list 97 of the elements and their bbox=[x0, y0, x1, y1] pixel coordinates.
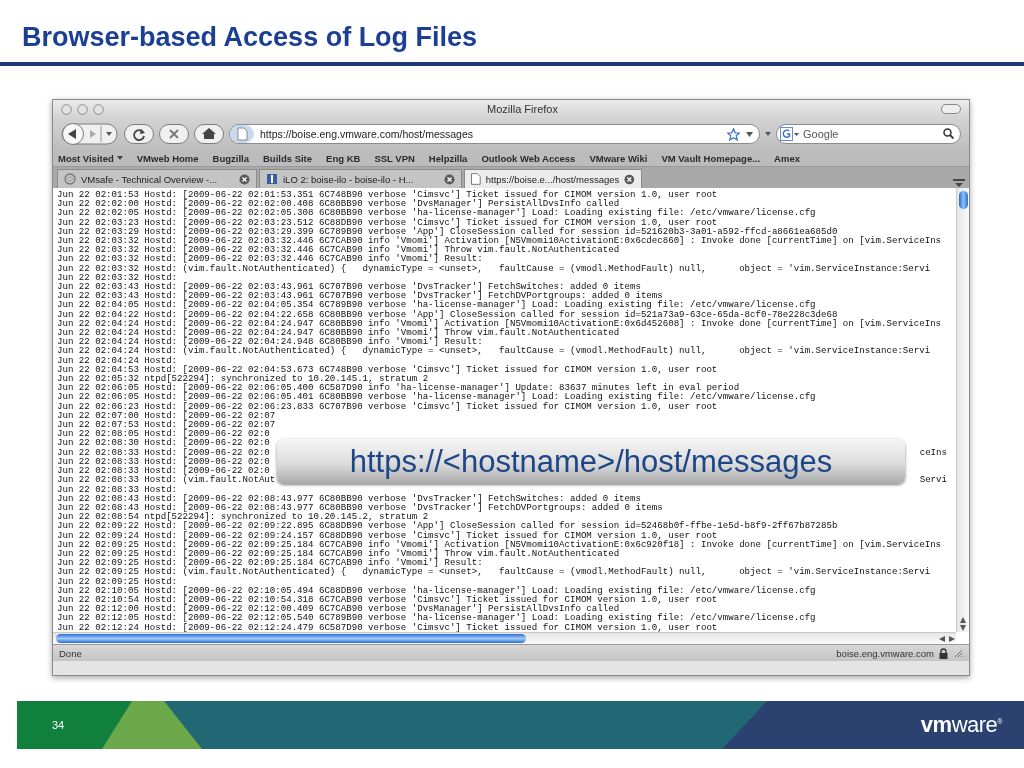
log-line-fragment: ceIns bbox=[919, 447, 947, 457]
log-line: Jun 22 02:12:05 Hostd: [2009-06-22 02:12:05.540 6C789B90 verbose 'ha-license-manager'] Load: Loading existing file: /etc/vmware/license.cfg bbox=[57, 613, 817, 623]
log-line: Jun 22 02:02:05 Hostd: [2009-06-22 02:02:05.308 6C80BB90 verbose 'ha-license-manager'] Load: Loading existing file: /etc/vmware/license.cfg bbox=[57, 208, 817, 218]
log-line: Jun 22 02:10:05 Hostd: [2009-06-22 02:10:05.494 6C88DB90 verbose 'ha-license-manager'] Load: Loading existing file: /etc/vmware/license.cfg bbox=[57, 585, 817, 595]
page-number: 34 bbox=[52, 719, 65, 731]
log-line: Jun 22 02:10:54 Hostd: [2009-06-22 02:10:54.318 6C7CAB90 verbose 'Cimsvc'] Ticket issued for CIMOM version 1.0, user root bbox=[57, 594, 718, 605]
bookmark-star-icon[interactable] bbox=[727, 127, 740, 141]
log-line: Jun 22 02:12:24 Hostd: [2009-06-22 02:12:24.479 6C587D90 verbose 'Cimsvc'] Ticket issued for CIMOM version 1.0, user root bbox=[57, 622, 718, 632]
company-logo: vmware$^{®}$ bbox=[920, 712, 1002, 738]
log-line: Jun 22 02:09:25 Hostd: [2009-06-22 02:09:25.184 6C7CAB90 info 'Vmomi'] Result: bbox=[57, 558, 484, 568]
log-line: Jun 22 02:08:43 Hostd: [2009-06-22 02:08:43.977 6C80BB90 verbose 'DvsTracker'] FetchDVPortgroups: added 0 items bbox=[57, 502, 664, 513]
bookmark-item[interactable]: VMware Wiki bbox=[589, 152, 648, 164]
log-line: Jun 22 02:04:24 Hostd: [2009-06-22 02:04:24.947 6C80BB90 info 'Vmomi'] Throw vim.fault.NotAuthenticated bbox=[57, 328, 620, 338]
log-line: Jun 22 02:04:24 Hostd: [2009-06-22 02:04:24.947 6C80BB90 info 'Vmomi'] Activation [N5Vmomi10ActivationE:0x6d452608] : Invoke done [currentTime] on [vim.ServiceIns bbox=[57, 318, 943, 329]
log-line: Jun 22 02:04:24 Hostd: [2009-06-22 02:04:24.948 6C80BB90 info 'Vmomi'] Result: bbox=[57, 337, 484, 347]
log-line: Jun 22 02:02:00 Hostd: [2009-06-22 02:02:00.408 6C80BB90 verbose 'DvsManager'] PersistAllDvsInfo called bbox=[57, 199, 620, 209]
status-text: Done bbox=[59, 647, 83, 659]
log-line: Jun 22 02:03:32 Hostd: [2009-06-22 02:03:32.446 6C7CAB90 info 'Vmomi'] Throw vim.fault.NotAuthenticated bbox=[57, 245, 620, 255]
tab-list-icon[interactable] bbox=[953, 178, 965, 188]
caret-icon[interactable] bbox=[765, 132, 771, 136]
back-forward-buttons-icon[interactable] bbox=[61, 122, 119, 146]
address-field[interactable]: https://boise.eng.vmware.com/host/messages bbox=[229, 124, 760, 144]
log-line: Jun 22 02:03:29 Hostd: [2009-06-22 02:03:29.399 6C789B90 verbose 'App'] CloseSession called for session id=521620b3-3a01-a592-ffcd-a8661ea685d0 bbox=[57, 226, 839, 236]
log-line: Jun 22 02:09:25 Hostd: [2009-06-22 02:09:25.184 6C7CAB90 info 'Vmomi'] Throw vim.fault.NotAuthenticated bbox=[57, 548, 620, 559]
log-line: Jun 22 02:03:23 Hostd: [2009-06-22 02:03:23.512 6C88DB90 verbose 'Cimsvc'] Ticket issued for CIMOM version 1.0, user root bbox=[57, 217, 718, 227]
bookmark-item[interactable]: VM Vault Homepage... bbox=[661, 152, 761, 164]
log-line: Jun 22 02:08:33 Hostd: [2009-06-22 02:0 bbox=[57, 466, 270, 476]
log-line: Jun 22 02:08:33 Hostd: [2009-06-22 02:0 bbox=[57, 447, 270, 457]
log-line: Jun 22 02:12:00 Hostd: [2009-06-22 02:12:00.409 6C7CAB90 verbose 'DvsManager'] PersistAllDvsInfo called bbox=[57, 604, 620, 614]
status-host: boise.eng.vmware.com bbox=[836, 647, 934, 659]
caret-icon[interactable] bbox=[746, 131, 753, 137]
bookmark-item[interactable]: VMweb Home bbox=[136, 152, 199, 164]
log-line: Jun 22 02:09:25 Hostd: bbox=[57, 576, 179, 586]
log-line: Jun 22 02:08:33 Hostd: [2009-06-22 02:0 bbox=[57, 456, 271, 467]
toolbar-toggle-icon[interactable] bbox=[941, 104, 961, 114]
log-line: Jun 22 02:03:43 Hostd: [2009-06-22 02:03:43.961 6C707B90 verbose 'DvsTracker'] FetchDVPortgroups: added 0 items bbox=[57, 291, 663, 301]
scrollbar-thumb[interactable] bbox=[958, 191, 968, 209]
search-engine-icon[interactable] bbox=[780, 127, 800, 141]
log-line: Jun 22 02:05:32 ntpd[522294]: synchronized to 10.20.145.1, stratum 2 bbox=[57, 374, 429, 384]
log-line: Jun 22 02:08:54 ntpd[522294]: synchronized to 10.20.145.2, stratum 2 bbox=[57, 512, 429, 522]
slide-title: Browser-based Access of Log Files bbox=[21, 21, 479, 54]
log-line: Jun 22 02:04:22 Hostd: [2009-06-22 02:04:22.658 6C80BB90 verbose 'App'] CloseSession called for session id=521a73a9-63ce-65da-8cf0-78e228c3de68 bbox=[57, 309, 839, 319]
log-line: Jun 22 02:09:25 Hostd: [2009-06-22 02:09:25.184 6C7CAB90 info 'Vmomi'] Activation [N5Vmomi10ActivationE:0x6c920f18] : Invoke done [currentTime] on [vim.ServiceIns bbox=[57, 539, 943, 549]
log-line: Jun 22 02:03:32 Hostd: bbox=[57, 272, 179, 283]
browser-tab[interactable]: VMsafe - Technical Overview -... bbox=[57, 169, 257, 188]
home-icon[interactable] bbox=[194, 124, 224, 144]
bookmark-item[interactable]: Bugzilla bbox=[212, 152, 249, 164]
window-title: Mozilla Firefox bbox=[486, 103, 559, 115]
scroll-up-icon[interactable] bbox=[959, 616, 967, 624]
server-icon bbox=[266, 173, 278, 185]
close-icon[interactable] bbox=[444, 173, 455, 185]
log-line: Jun 22 02:04:05 Hostd: [2009-06-22 02:04:05.354 6C789B90 verbose 'ha-license-manager'] Load: Loading existing file: /etc/vmware/license.cfg bbox=[57, 300, 816, 310]
log-line: Jun 22 02:08:33 Hostd: bbox=[57, 484, 179, 494]
log-line: Jun 22 02:07:00 Hostd: [2009-06-22 02:07 bbox=[57, 410, 277, 421]
log-line: Jun 22 02:08:43 Hostd: [2009-06-22 02:08:43.977 6C80BB90 verbose 'DvsTracker'] FetchSwitches: added 0 items bbox=[57, 493, 641, 503]
log-line: Jun 22 02:03:43 Hostd: [2009-06-22 02:03:43.961 6C707B90 verbose 'DvsTracker'] FetchSwitches: added 0 items bbox=[57, 282, 641, 292]
log-line: Jun 22 02:03:32 Hostd: [2009-06-22 02:03:32.446 6C7CAB90 info 'Vmomi'] Activation [N5Vmomi10ActivationE:0x6cdec860] : Invoke done [currentTime] on [vim.ServiceIns bbox=[57, 236, 943, 246]
close-icon[interactable] bbox=[239, 173, 250, 185]
log-line: Jun 22 02:06:05 Hostd: [2009-06-22 02:06:05.400 6C587D90 info 'ha-license-manager'] Update: 83637 minutes left in eval period bbox=[57, 383, 740, 393]
stop-icon[interactable] bbox=[159, 124, 189, 144]
log-line: Jun 22 02:04:53 Hostd: [2009-06-22 02:04:53.673 6C748B90 verbose 'Cimsvc'] Ticket issued for CIMOM version 1.0, user root bbox=[57, 364, 719, 375]
scrollbar-thumb[interactable] bbox=[56, 634, 526, 643]
log-line: Jun 22 02:09:25 Hostd: (vim.fault.NotAuthenticated) { dynamicType = <unset>, faultCause = (vmodl.MethodFault) null, object = 'vim.ServiceInstance:Servi bbox=[57, 567, 932, 577]
log-line: Jun 22 02:06:23 Hostd: [2009-06-22 02:06:23.833 6C707B90 verbose 'Cimsvc'] Ticket issued for CIMOM version 1.0, user root bbox=[57, 401, 718, 411]
log-line: Jun 22 02:08:05 Hostd: [2009-06-22 02:0 bbox=[57, 429, 271, 439]
bookmark-item[interactable]: Amex bbox=[774, 152, 800, 164]
log-line: Jun 22 02:09:22 Hostd: [2009-06-22 02:09:22.895 6C88DB90 verbose 'App'] CloseSession called for session id=52468b0f-ffbe-1e5d-b8f9-2ff67b87285b bbox=[57, 521, 839, 531]
reload-icon[interactable] bbox=[124, 124, 154, 144]
browser-tab[interactable]: https://boise.e.../host/messages bbox=[464, 169, 642, 188]
page-icon bbox=[471, 173, 481, 185]
log-line: Jun 22 02:07:53 Hostd: [2009-06-22 02:07 bbox=[57, 420, 277, 430]
log-line: Jun 22 02:08:30 Hostd: [2009-06-22 02:0 bbox=[57, 438, 271, 448]
log-line: Jun 22 02:09:24 Hostd: [2009-06-22 02:09:24.157 6C88DB90 verbose 'Cimsvc'] Ticket issued for CIMOM version 1.0, user root bbox=[57, 530, 718, 540]
log-line: Jun 22 02:01:53 Hostd: [2009-06-22 02:01:53.351 6C748B90 verbose 'Cimsvc'] Ticket issued for CIMOM version 1.0, user root bbox=[57, 190, 719, 200]
log-line: Jun 22 02:04:24 Hostd: (vim.fault.NotAuthenticated) { dynamicType = <unset>, faultCause = (vmodl.MethodFault) null, object = 'vim.ServiceInstance:Servi bbox=[57, 346, 932, 356]
search-field[interactable]: Google bbox=[776, 124, 961, 144]
bookmark-item[interactable]: Outlook Web Access bbox=[481, 152, 576, 164]
log-line-fragment: Servi bbox=[919, 475, 947, 485]
log-line: Jun 22 02:08:33 Hostd: (vim.fault.NotAut bbox=[57, 475, 276, 485]
log-line: Jun 22 02:04:24 Hostd: bbox=[57, 355, 179, 365]
swirl-icon bbox=[64, 173, 76, 185]
bookmark-item[interactable]: Helpzilla bbox=[428, 152, 468, 164]
bookmark-item[interactable]: Eng KB bbox=[326, 152, 361, 164]
search-icon[interactable] bbox=[943, 128, 954, 139]
browser-tab[interactable]: iLO 2: boise-ilo - boise-ilo - H... bbox=[259, 169, 462, 188]
log-line: Jun 22 02:03:32 Hostd: [2009-06-22 02:03:32.446 6C7CAB90 info 'Vmomi'] Result: bbox=[57, 254, 484, 264]
log-line: Jun 22 02:06:05 Hostd: [2009-06-22 02:06:05.401 6C80BB90 verbose 'ha-license-manager'] Load: Loading existing file: /etc/vmware/license.cfg bbox=[57, 392, 817, 402]
url-callout: https://<hostname>/host/messages bbox=[277, 439, 905, 484]
bookmark-item[interactable]: SSL VPN bbox=[374, 152, 415, 164]
horizontal-scrollbar[interactable] bbox=[53, 632, 956, 644]
vertical-scrollbar[interactable] bbox=[956, 188, 969, 632]
bookmark-item[interactable]: Most Visited bbox=[58, 152, 123, 164]
bookmark-item[interactable]: Builds Site bbox=[262, 152, 313, 164]
log-line: Jun 22 02:03:32 Hostd: (vim.fault.NotAuthenticated) { dynamicType = <unset>, faultCause = (vmodl.MethodFault) null, object = 'vim.ServiceInstance:Servi bbox=[57, 263, 932, 273]
resize-grip-icon[interactable] bbox=[953, 648, 963, 658]
close-icon[interactable] bbox=[624, 173, 635, 185]
page-icon bbox=[230, 125, 254, 143]
